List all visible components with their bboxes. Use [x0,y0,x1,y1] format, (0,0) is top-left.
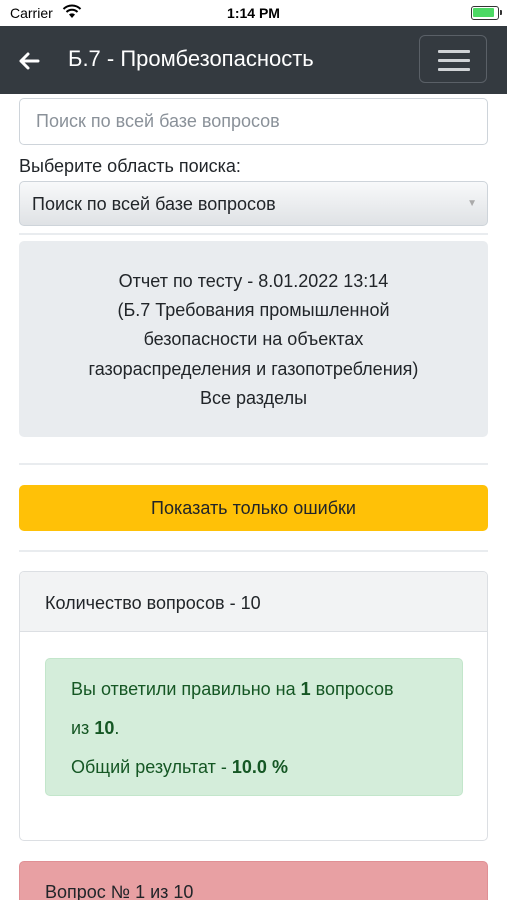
results-card: Количество вопросов - 10 Вы ответили пра… [19,571,488,841]
chevron-down-icon: ▼ [467,198,477,209]
question-card[interactable]: Вопрос № 1 из 10 [19,861,488,900]
report-subject: (Б.7 Требования промышленной [117,300,390,320]
menu-button[interactable] [419,35,487,83]
search-input[interactable] [19,98,488,145]
results-alert: Вы ответили правильно на 1 вопросов из 1… [45,658,463,796]
divider [19,233,488,235]
report-panel: Отчет по тесту - 8.01.2022 13:14 (Б.7 Тр… [19,241,488,437]
correct-count: 1 [300,679,311,699]
report-subject: газораспределения и газопотребления) [88,359,419,379]
divider [19,463,488,465]
report-subject: безопасности на объектах [143,329,364,349]
overall-result-line: Общий результат - 10.0 % [71,757,288,777]
report-sections: Все разделы [199,388,308,408]
divider [19,550,488,552]
battery-icon [471,6,502,20]
report-date: Отчет по тесту - 8.01.2022 13:14 [118,271,389,291]
page-title: Б.7 - Промбезопасность [68,46,314,71]
clock: 1:14 PM [227,5,280,21]
navbar: Б.7 - Промбезопасность [0,26,507,94]
total-questions-line: из 10. [71,718,120,738]
show-errors-only-button[interactable]: Показать только ошибки [19,485,488,531]
results-card-header: Количество вопросов - 10 [20,572,487,632]
question-title: Вопрос № 1 из 10 [45,882,194,900]
search-scope-value: Поиск по всей базе вопросов [32,194,276,214]
overall-result-value: 10.0 % [231,757,288,777]
total-count: 10 [94,718,115,738]
search-scope-select[interactable]: Поиск по всей базе вопросов ▼ [19,181,488,226]
hamburger-menu-icon [438,50,470,53]
correct-answers-line: Вы ответили правильно на 1 вопросов [71,679,394,699]
status-bar: Carrier 1:14 PM [0,0,507,26]
question-count: Количество вопросов - 10 [45,593,261,613]
search-scope-label: Выберите область поиска: [19,156,241,176]
arrow-left-icon[interactable] [14,46,44,76]
